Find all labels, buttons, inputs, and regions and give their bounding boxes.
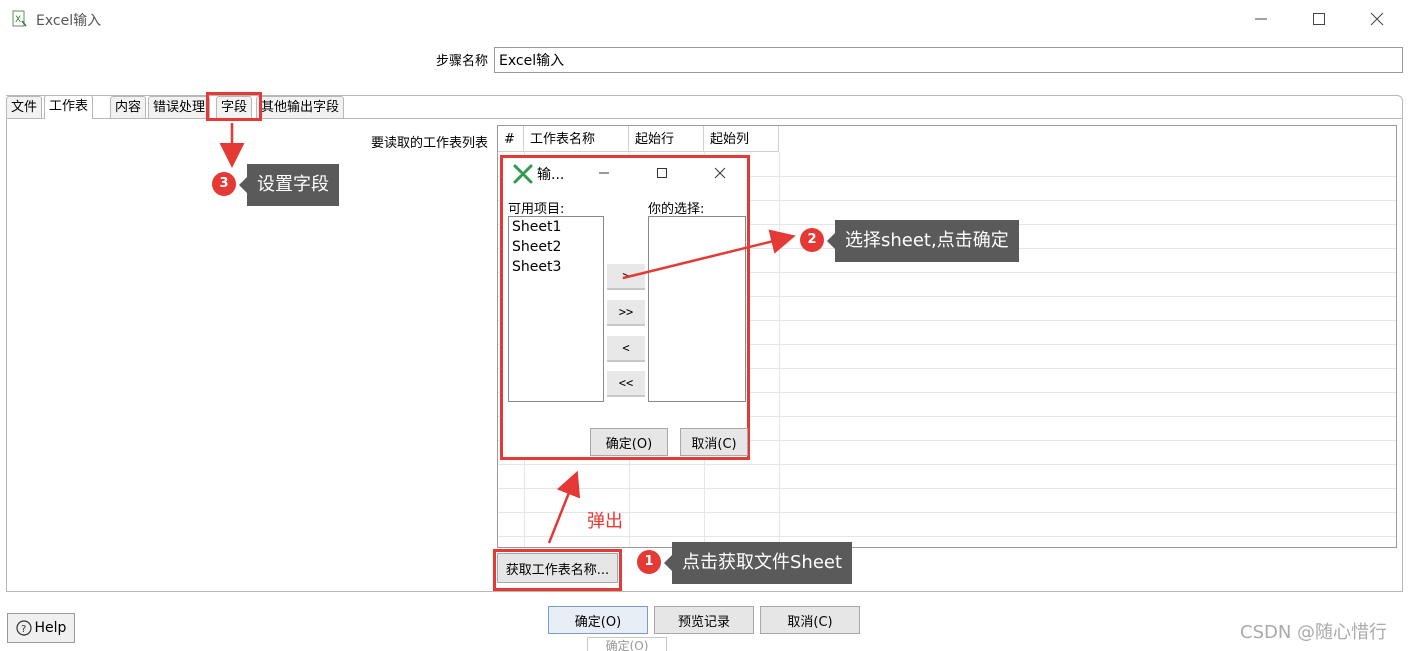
sheet-list-label: 要读取的工作表列表 xyxy=(370,136,488,151)
step-badge-3: 3 xyxy=(212,172,236,196)
watermark: CSDN @随心惜行 xyxy=(1240,622,1388,643)
grid-line xyxy=(498,488,1396,489)
remove-selected-button[interactable]: < xyxy=(607,336,645,362)
column-header-index[interactable]: # xyxy=(498,126,524,152)
list-item-sheet3[interactable]: Sheet3 xyxy=(509,257,603,277)
available-items-label: 可用项目: xyxy=(508,202,565,217)
tab-content[interactable]: 内容 xyxy=(110,96,147,118)
svg-text:X: X xyxy=(15,15,21,25)
callout-step-3: 设置字段 xyxy=(239,164,339,206)
callout-step-2: 选择sheet,点击确定 xyxy=(827,220,1019,262)
svg-text:?: ? xyxy=(21,624,26,635)
preview-button[interactable]: 预览记录 xyxy=(654,606,754,634)
dialog-title: 输... xyxy=(537,167,565,183)
highlight-get-sheets xyxy=(493,549,622,591)
highlight-fields-tab xyxy=(206,92,262,121)
dialog-app-icon xyxy=(513,164,533,184)
help-button[interactable]: ? Help xyxy=(7,613,75,643)
step-name-label: 步骤名称 xyxy=(435,54,488,69)
column-header-start-row[interactable]: 起始行 xyxy=(629,126,704,152)
help-icon: ? xyxy=(15,620,32,636)
available-items-list[interactable]: Sheet1 Sheet2 Sheet3 xyxy=(508,216,604,402)
tab-other-output-fields[interactable]: 其他输出字段 xyxy=(256,96,345,118)
popup-annotation: 弹出 xyxy=(587,511,623,532)
callout-step-1: 点击获取文件Sheet xyxy=(663,542,853,584)
dialog-cancel-button[interactable]: 取消(C) xyxy=(680,428,748,456)
grid-line xyxy=(498,464,1396,465)
selected-items-list[interactable] xyxy=(648,216,746,402)
column-header-sheet-name[interactable]: 工作表名称 xyxy=(524,126,629,152)
step-name-input[interactable] xyxy=(494,47,1403,73)
selected-items-label: 你的选择: xyxy=(648,202,705,217)
tab-file[interactable]: 文件 xyxy=(6,96,43,118)
add-selected-button[interactable]: > xyxy=(607,264,645,290)
grid-line xyxy=(498,512,1396,513)
step-badge-2: 2 xyxy=(800,228,824,252)
ok-button[interactable]: 确定(O) xyxy=(548,606,648,634)
close-icon[interactable] xyxy=(1352,6,1402,32)
window-title: Excel输入 xyxy=(36,13,102,29)
list-item-sheet2[interactable]: Sheet2 xyxy=(509,237,603,257)
tab-error-handling[interactable]: 错误处理 xyxy=(148,96,211,118)
grid-line xyxy=(498,536,1396,537)
step-badge-1: 1 xyxy=(637,550,661,574)
cancel-button[interactable]: 取消(C) xyxy=(760,606,860,634)
dialog-close-icon[interactable] xyxy=(707,162,733,184)
dialog-minimize-icon[interactable] xyxy=(591,162,617,184)
select-sheets-dialog: 输... 可用项目: 你的选择: Sheet1 Sheet2 Sheet3 > … xyxy=(500,155,750,460)
maximize-icon[interactable] xyxy=(1294,6,1344,32)
excel-input-icon: X xyxy=(12,10,27,27)
title-bar xyxy=(0,0,1409,38)
tab-worksheet[interactable]: 工作表 xyxy=(44,95,94,119)
remove-all-button[interactable]: << xyxy=(607,371,645,397)
column-header-start-col[interactable]: 起始列 xyxy=(704,126,779,152)
list-item-sheet1[interactable]: Sheet1 xyxy=(509,217,603,237)
minimize-icon[interactable] xyxy=(1236,6,1286,32)
help-label: Help xyxy=(34,620,67,636)
add-all-button[interactable]: >> xyxy=(607,300,645,326)
dialog-ok-button[interactable]: 确定(O) xyxy=(590,428,668,456)
dialog-maximize-icon[interactable] xyxy=(649,162,675,184)
